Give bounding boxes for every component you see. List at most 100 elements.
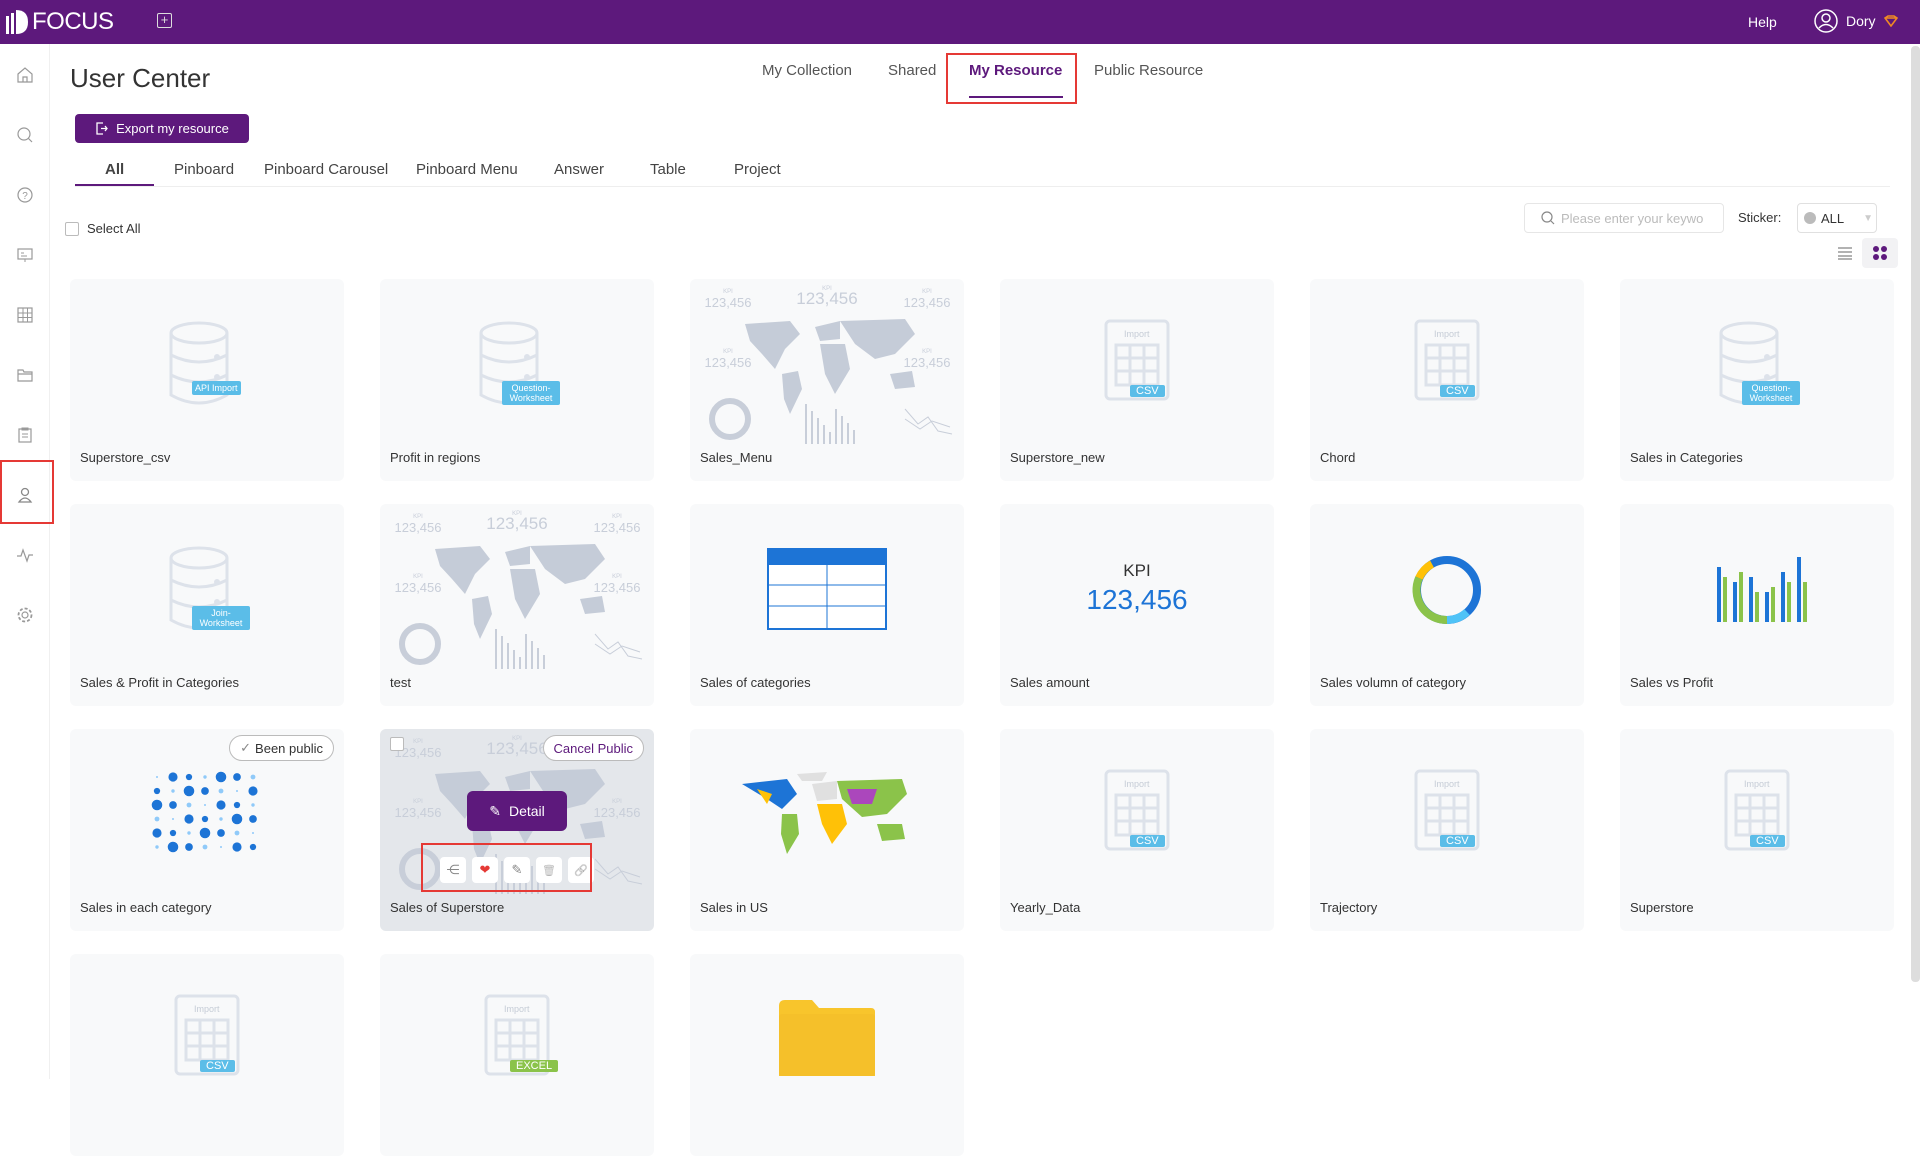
card-thumbnail	[690, 729, 964, 894]
user-menu[interactable]: Dory	[1814, 9, 1898, 33]
resource-card[interactable]: 123,456 KPI 123,456 KPI 123,456 KPI 123,456 KPI…	[690, 279, 964, 481]
sidebar-item-clipboard[interactable]	[15, 425, 35, 445]
detail-button[interactable]: ✎ Detail	[467, 791, 567, 831]
svg-text:123,456: 123,456	[904, 355, 951, 370]
vip-diamond-icon	[1883, 15, 1898, 27]
card-thumbnail	[1310, 504, 1584, 669]
type-badge: API Import	[192, 381, 241, 395]
svg-text:KPI: KPI	[413, 574, 423, 580]
card-title: test	[390, 675, 411, 690]
subtab-divider	[75, 186, 1890, 187]
detail-label: Detail	[508, 803, 545, 819]
sidebar-item-table[interactable]	[15, 305, 35, 325]
card-title: Chord	[1320, 450, 1356, 465]
card-title: Trajectory	[1320, 900, 1378, 915]
resource-card[interactable]: Join-Worksheet Sales & Profit in Categori…	[70, 504, 344, 706]
card-thumbnail: 123,456 KPI 123,456 KPI 123,456 KPI 123,456 KPI…	[380, 504, 654, 669]
card-thumbnail: API Import	[70, 279, 344, 444]
sticker-dot	[1804, 212, 1816, 224]
svg-text:KPI: KPI	[922, 289, 932, 295]
select-all[interactable]: Select All	[65, 221, 140, 236]
sticker-select[interactable]: ALL ▼	[1797, 203, 1877, 233]
resource-card[interactable]: Import CSV Superstore	[1620, 729, 1894, 931]
search-input[interactable]	[1561, 210, 1721, 226]
donut-chart-thumbnail	[1412, 556, 1481, 625]
grid-view-button[interactable]	[1862, 238, 1898, 268]
resource-card[interactable]: Sales of categories	[690, 504, 964, 706]
resource-card[interactable]: Sales vs Profit	[1620, 504, 1894, 706]
card-checkbox[interactable]	[390, 737, 404, 751]
top-bar: FOCUS + Help Dory	[0, 0, 1920, 44]
resource-card[interactable]: Question-Worksheet Sales in Categories	[1620, 279, 1894, 481]
svg-text:KPI: KPI	[612, 514, 622, 520]
subtab-pinboard-menu[interactable]: Pinboard Menu	[416, 161, 518, 178]
sidebar-item-search[interactable]	[15, 125, 35, 145]
resource-card[interactable]: API Import Superstore_csv	[70, 279, 344, 481]
subtab-pinboard-carousel[interactable]: Pinboard Carousel	[264, 161, 388, 178]
sidebar-item-presentation[interactable]	[15, 245, 35, 265]
resource-card[interactable]: ✓ Been public Sales in each category	[70, 729, 344, 931]
subtab-all[interactable]: All	[105, 161, 124, 178]
table-icon	[17, 307, 33, 323]
kpi-value: 123,456	[1086, 584, 1188, 615]
edit-icon: ✎	[489, 802, 501, 819]
search-box[interactable]	[1524, 203, 1724, 233]
resource-card[interactable]: 123,456 KPI 123,456 KPI 123,456 KPI 123,456 KPI…	[380, 729, 654, 931]
sidebar-item-gear[interactable]	[15, 605, 35, 625]
resource-card[interactable]: Import EXCEL	[380, 954, 654, 1156]
add-tab-icon[interactable]: +	[157, 13, 172, 28]
question-icon: ?	[17, 187, 33, 203]
resource-card[interactable]: Import CSV Chord	[1310, 279, 1584, 481]
tab-my-collection[interactable]: My Collection	[762, 62, 852, 79]
resource-card[interactable]: Question-Worksheet Profit in regions	[380, 279, 654, 481]
public-status-button[interactable]: Cancel Public	[542, 735, 644, 761]
svg-text:KPI: KPI	[723, 289, 733, 295]
help-link[interactable]: Help	[1748, 14, 1777, 30]
subtab-table[interactable]: Table	[650, 161, 686, 178]
type-badge: Join-Worksheet	[192, 606, 250, 630]
list-view-icon[interactable]	[1836, 245, 1854, 261]
search-icon	[17, 127, 33, 143]
svg-text:123,456: 123,456	[594, 580, 641, 595]
tab-public-resource[interactable]: Public Resource	[1094, 62, 1203, 79]
select-all-checkbox[interactable]	[65, 221, 79, 236]
clipboard-icon	[18, 427, 32, 443]
sidebar-item-activity[interactable]	[15, 545, 35, 565]
card-thumbnail: Import CSV	[1310, 279, 1584, 444]
sidebar-item-question[interactable]: ?	[15, 185, 35, 205]
subtab-pinboard[interactable]: Pinboard	[174, 161, 234, 178]
card-title: Superstore_new	[1010, 450, 1105, 465]
logo-text: FOCUS	[32, 8, 114, 35]
bar-chart-thumbnail	[1717, 557, 1807, 622]
sidebar-item-home[interactable]	[15, 65, 35, 85]
resource-card[interactable]: 123,456 KPI 123,456 KPI 123,456 KPI 123,456 KPI…	[380, 504, 654, 706]
resource-card[interactable]: KPI 123,456 Sales amount	[1000, 504, 1274, 706]
resource-card[interactable]: Import CSV Trajectory	[1310, 729, 1584, 931]
sidebar-item-folder[interactable]	[15, 365, 35, 385]
world-map-thumbnail	[742, 772, 907, 854]
subtab-project[interactable]: Project	[734, 161, 781, 178]
resource-card[interactable]: Sales volumn of category	[1310, 504, 1584, 706]
svg-text:?: ?	[22, 191, 28, 202]
focus-logo[interactable]: FOCUS	[6, 8, 114, 36]
tab-shared[interactable]: Shared	[888, 62, 936, 79]
export-resource-button[interactable]: Export my resource	[75, 114, 249, 143]
public-status-button[interactable]: ✓ Been public	[229, 735, 334, 761]
resource-card[interactable]: Import CSV Superstore_new	[1000, 279, 1274, 481]
resource-card[interactable]: Import CSV	[70, 954, 344, 1156]
resource-card[interactable]	[690, 954, 964, 1156]
type-badge: CSV	[1130, 385, 1165, 397]
check-icon: ✓	[240, 740, 252, 755]
subtab-answer[interactable]: Answer	[554, 161, 604, 178]
sticker-value: ALL	[1821, 210, 1845, 226]
card-title: Superstore	[1630, 900, 1694, 915]
scrollbar[interactable]	[1911, 46, 1920, 982]
svg-text:KPI: KPI	[512, 511, 522, 517]
bubble-chart-thumbnail	[151, 771, 258, 853]
svg-text:KPI: KPI	[413, 514, 423, 520]
resource-card[interactable]: Sales in US	[690, 729, 964, 931]
subtab-underline	[75, 184, 154, 186]
type-badge: Question-Worksheet	[1742, 381, 1800, 405]
avatar-icon	[1814, 9, 1838, 33]
resource-card[interactable]: Import CSV Yearly_Data	[1000, 729, 1274, 931]
